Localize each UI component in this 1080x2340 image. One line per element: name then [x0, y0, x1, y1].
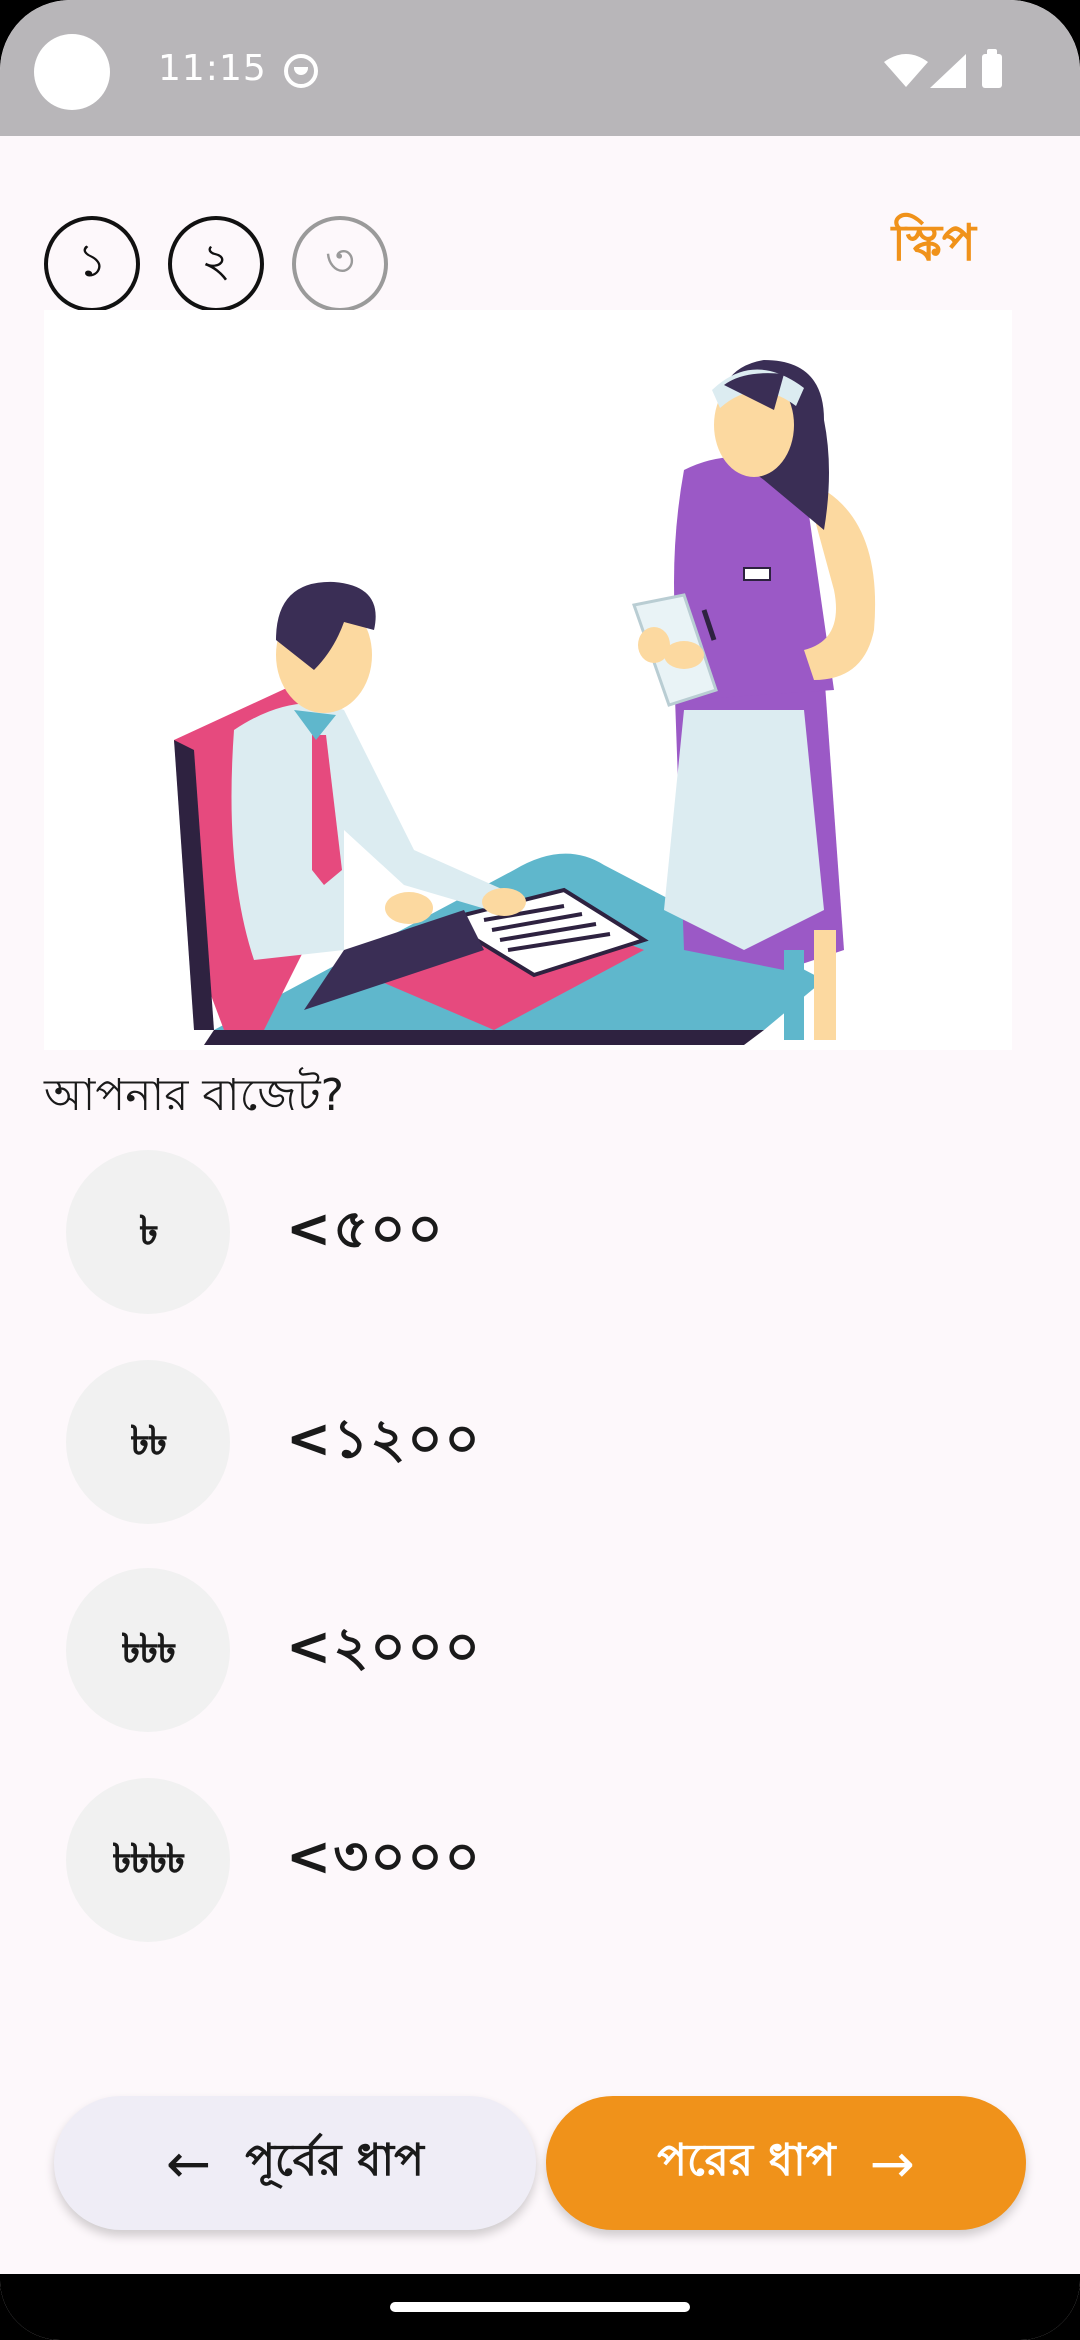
budget-option-label: <৫০০ — [286, 1197, 445, 1260]
budget-option-2[interactable]: ৳৳ <১২০০ — [66, 1360, 766, 1524]
step-indicator-3: ৩ — [292, 216, 388, 312]
arrow-right-icon: → — [869, 2131, 915, 2195]
budget-option-3[interactable]: ৳৳৳ <২০০০ — [66, 1568, 766, 1732]
wifi-icon — [884, 54, 928, 87]
taka-icon: ৳৳৳৳ — [66, 1778, 230, 1942]
notification-icon — [284, 54, 318, 88]
step-indicator-2: ২ — [168, 216, 264, 312]
status-time: 11:15 — [158, 48, 267, 89]
budget-option-4[interactable]: ৳৳৳৳ <৩০০০ — [66, 1778, 766, 1942]
budget-option-1[interactable]: ৳ <৫০০ — [66, 1150, 766, 1314]
camera-cutout — [34, 34, 110, 110]
screen: 11:15 ১ ২ ৩ স্কিপ আপনার বাজেট? ৳ <৫০০ ৳৳… — [0, 0, 1080, 2340]
previous-step-label: পূর্বের ধাপ — [245, 2134, 425, 2186]
status-bar: 11:15 — [0, 0, 1080, 136]
next-step-button[interactable]: পরের ধাপ → — [546, 2096, 1026, 2230]
battery-icon — [982, 49, 1002, 88]
taka-icon: ৳৳৳ — [66, 1568, 230, 1732]
budget-option-label: <১২০০ — [286, 1407, 482, 1470]
cellular-signal-icon — [930, 54, 966, 88]
home-indicator[interactable] — [390, 2302, 690, 2312]
taka-icon: ৳ — [66, 1150, 230, 1314]
budget-option-label: <২০০০ — [286, 1615, 482, 1678]
previous-step-button[interactable]: ← পূর্বের ধাপ — [54, 2096, 536, 2230]
step-indicator-1: ১ — [44, 216, 140, 312]
restaurant-order-illustration — [44, 310, 1012, 1050]
taka-icon: ৳৳ — [66, 1360, 230, 1524]
next-step-label: পরের ধাপ — [657, 2134, 836, 2186]
skip-button[interactable]: স্কিপ — [892, 206, 976, 289]
budget-question: আপনার বাজেট? — [44, 1070, 345, 1121]
budget-option-label: <৩০০০ — [286, 1825, 482, 1888]
arrow-left-icon: ← — [165, 2131, 212, 2195]
